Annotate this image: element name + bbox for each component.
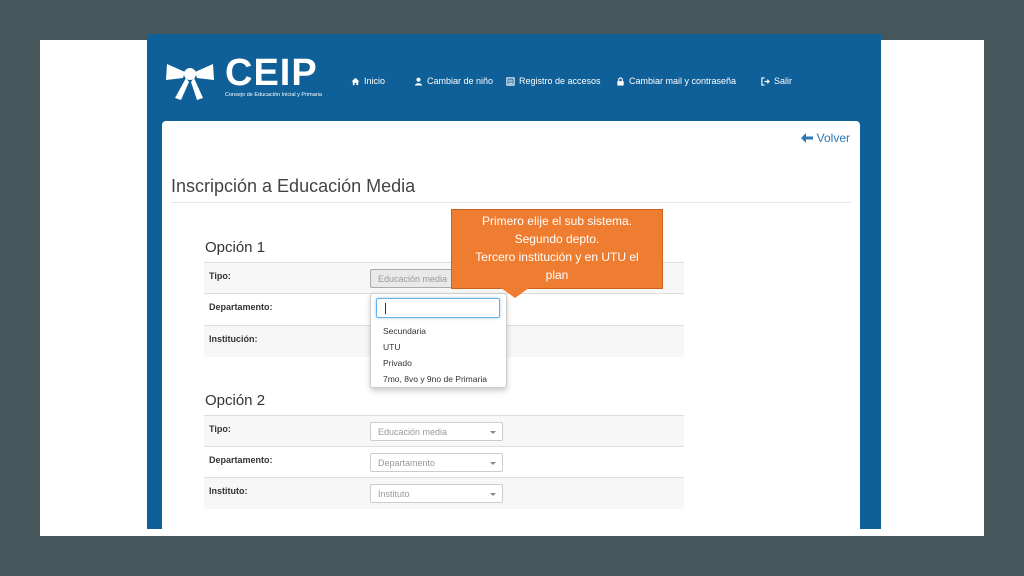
nav-registro-accesos[interactable]: Registro de accesos — [506, 76, 601, 86]
opcion1-institucion-label: Institución: — [209, 334, 258, 344]
logo-subtitle: Consejo de Educación Inicial y Primaria — [225, 92, 322, 98]
instruction-callout: Primero elije el sub sistema. Segundo de… — [451, 209, 663, 289]
nav-salir[interactable]: Salir — [761, 76, 792, 86]
tipo-dropdown-menu: Secundaria UTU Privado 7mo, 8vo y 9no de… — [370, 293, 507, 388]
opcion2-tipo-value: Educación media — [378, 427, 448, 437]
opcion2-departamento-row: Departamento: Departamento — [204, 446, 684, 478]
callout-line-4: plan — [545, 268, 569, 282]
nav-cambiar-nino-label: Cambiar de niño — [427, 76, 494, 86]
ceip-logo[interactable]: CEIP Consejo de Educación Inicial y Prim… — [163, 52, 323, 106]
text-cursor — [385, 303, 386, 314]
opcion2-instituto-row: Instituto: Instituto — [204, 477, 684, 509]
home-icon — [351, 77, 360, 85]
logout-icon — [761, 76, 770, 86]
back-link-label: Volver — [816, 131, 850, 145]
opcion1-tipo-label: Tipo: — [209, 271, 231, 281]
dropdown-option-secundaria[interactable]: Secundaria — [383, 326, 426, 336]
opcion2-instituto-select[interactable]: Instituto — [370, 484, 503, 503]
dropdown-search-input[interactable] — [376, 298, 500, 318]
opcion2-tipo-row: Tipo: Educación media — [204, 415, 684, 447]
opcion2-instituto-label: Instituto: — [209, 486, 248, 496]
callout-line-1: Primero elije el sub sistema. — [481, 214, 633, 228]
list-icon — [506, 76, 515, 86]
chevron-down-icon — [490, 431, 496, 434]
title-divider — [171, 202, 851, 203]
callout-line-3: Tercero institución y en UTU el — [475, 250, 639, 264]
nav-cambiar-mail-label: Cambiar mail y contraseña — [629, 76, 737, 86]
opcion1-heading: Opción 1 — [205, 239, 266, 256]
nav-cambiar-mail[interactable]: Cambiar mail y contraseña — [616, 76, 736, 86]
nav-inicio[interactable]: Inicio — [351, 76, 385, 86]
nav-cambiar-nino[interactable]: Cambiar de niño — [414, 76, 493, 86]
lock-icon — [617, 76, 624, 86]
user-icon — [414, 77, 423, 86]
opcion1-departamento-label: Departamento: — [209, 302, 273, 312]
content-panel: Volver Inscripción a Educación Media Opc… — [162, 121, 860, 529]
opcion2-heading: Opción 2 — [205, 392, 266, 409]
nav-registro-accesos-label: Registro de accesos — [519, 76, 601, 86]
opcion2-tipo-label: Tipo: — [209, 424, 231, 434]
opcion2-departamento-value: Departamento — [378, 458, 436, 468]
nav-salir-label: Salir — [774, 76, 793, 86]
chevron-down-icon — [490, 462, 496, 465]
logo-text: CEIP — [225, 52, 318, 94]
dropdown-option-utu[interactable]: UTU — [383, 342, 400, 352]
dropdown-option-privado[interactable]: Privado — [383, 358, 412, 368]
callout-line-2: Segundo depto. — [514, 232, 600, 246]
nav-inicio-label: Inicio — [364, 76, 386, 86]
opcion2-instituto-value: Instituto — [378, 489, 410, 499]
callout-pointer — [501, 288, 529, 298]
back-link[interactable]: Volver — [800, 131, 850, 145]
arrow-left-icon — [800, 133, 813, 143]
bow-logo-icon — [166, 64, 214, 100]
page-title: Inscripción a Educación Media — [171, 176, 416, 196]
chevron-down-icon — [490, 493, 496, 496]
opcion1-tipo-value: Educación media — [378, 274, 448, 284]
opcion2-tipo-select[interactable]: Educación media — [370, 422, 503, 441]
opcion2-departamento-select[interactable]: Departamento — [370, 453, 503, 472]
opcion2-departamento-label: Departamento: — [209, 455, 273, 465]
dropdown-option-primaria[interactable]: 7mo, 8vo y 9no de Primaria — [383, 374, 487, 384]
